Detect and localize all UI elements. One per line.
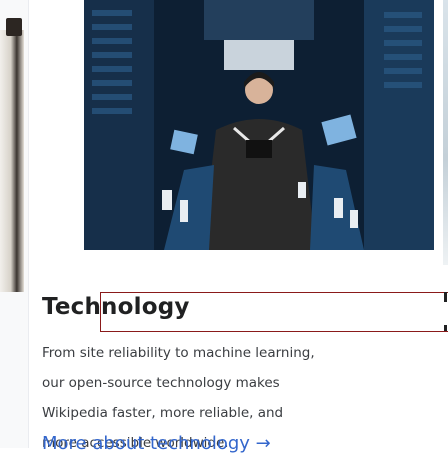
description-line: Wikipedia faster, more reliable, and — [42, 405, 284, 421]
next-card-heading-fragment — [444, 292, 447, 302]
description-line: our open-source technology makes — [42, 375, 280, 391]
technology-hero-image — [84, 0, 434, 250]
server-room-illustration — [84, 0, 434, 250]
previous-card-image-top — [6, 18, 22, 36]
next-card-text-fragment — [444, 325, 447, 331]
next-card-image — [443, 0, 448, 265]
previous-card[interactable] — [0, 0, 29, 448]
card-heading[interactable]: Technology — [42, 294, 190, 320]
previous-card-image — [0, 30, 24, 292]
next-card-edge[interactable] — [443, 0, 448, 448]
description-line: From site reliability to machine learnin… — [42, 345, 315, 361]
more-about-technology-link[interactable]: More about technology → — [42, 433, 271, 454]
